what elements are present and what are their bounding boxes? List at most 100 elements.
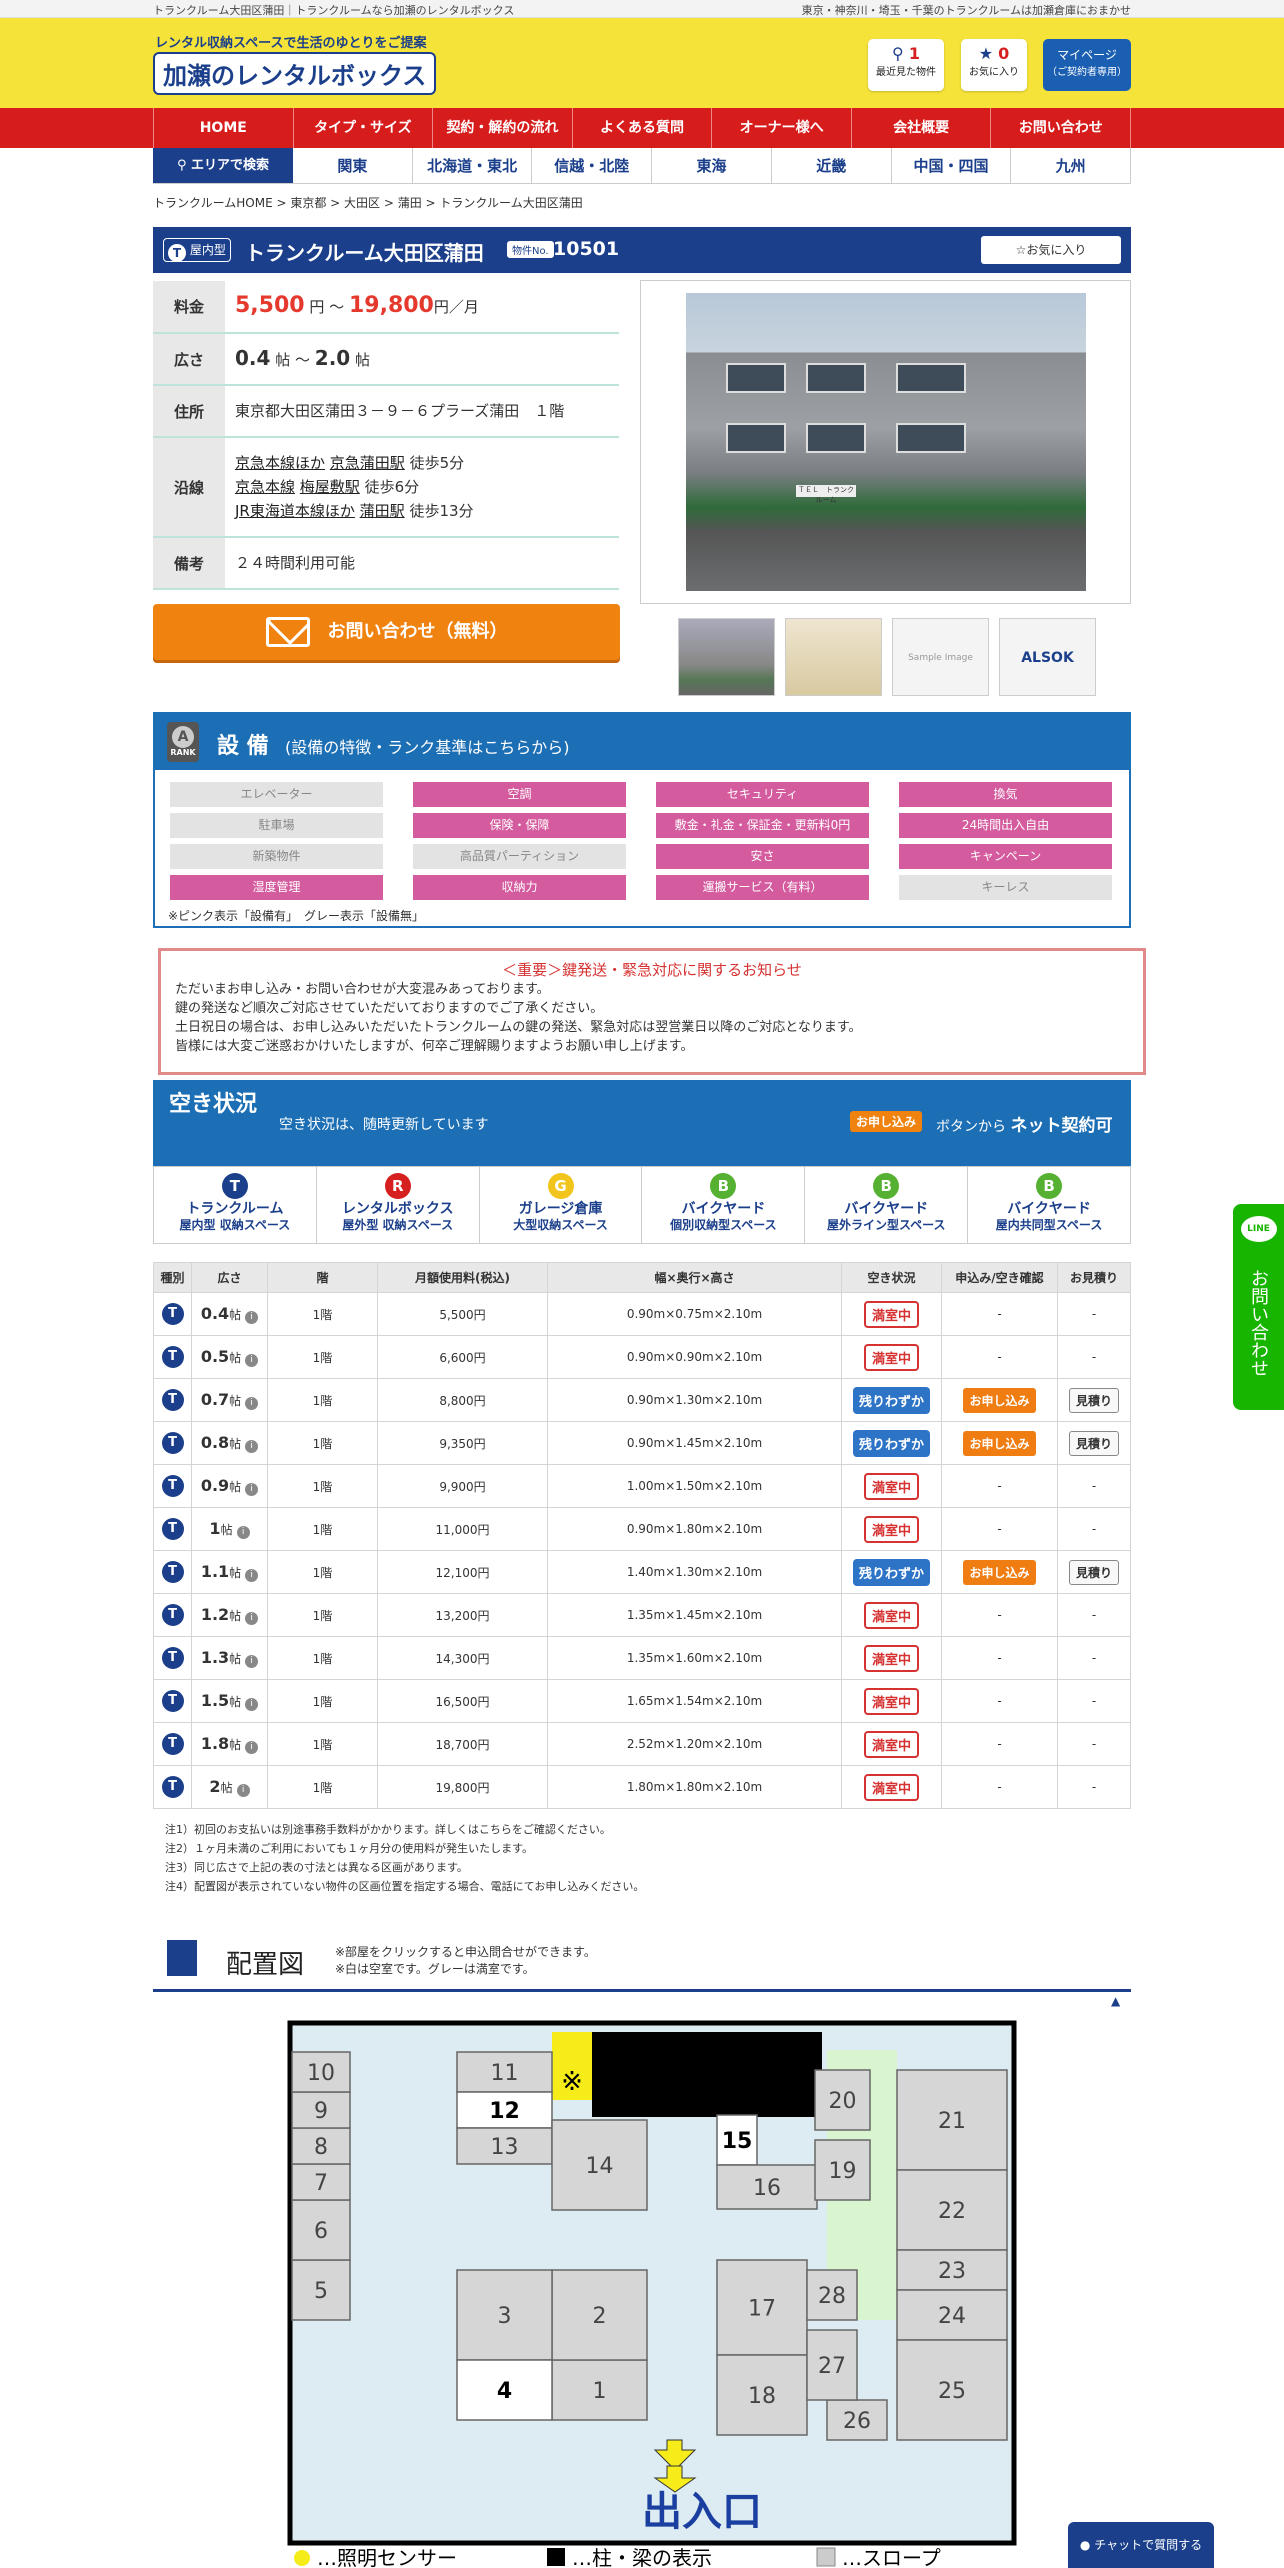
property-photo[interactable]: ＴＥＬ トランクルーム [640, 280, 1131, 604]
nav-contact[interactable]: お問い合わせ [990, 108, 1132, 148]
area-kyushu[interactable]: 九州 [1011, 148, 1132, 183]
breadcrumb[interactable]: トランクルームHOME > 東京都 > 大田区 > 蒲田 > トランクルーム大田… [153, 194, 583, 211]
contact-button[interactable]: お問い合わせ（無料） [153, 604, 620, 660]
room-7[interactable]: 7 [291, 2163, 351, 2201]
room-16[interactable]: 16 [716, 2164, 818, 2210]
room-4[interactable]: 4 [456, 2359, 553, 2421]
info-icon[interactable]: i [245, 1569, 259, 1582]
room-14[interactable]: 14 [551, 2119, 648, 2211]
storage-type-item[interactable]: B バイクヤード 個別収納型スペース [642, 1167, 806, 1243]
room-3[interactable]: 3 [456, 2269, 553, 2361]
room-10[interactable]: 10 [291, 2051, 351, 2093]
room-6[interactable]: 6 [291, 2199, 351, 2261]
room-label: 10 [307, 2061, 335, 2086]
estimate-button[interactable]: 見積り [1068, 1387, 1119, 1413]
col-size: 広さ [191, 1262, 268, 1293]
info-icon[interactable]: i [245, 1397, 259, 1410]
apply-button[interactable]: お申し込み [963, 1559, 1036, 1585]
area-kinki[interactable]: 近畿 [772, 148, 892, 183]
info-icon[interactable]: i [236, 1526, 250, 1539]
info-icon[interactable]: i [245, 1483, 259, 1496]
apply-button[interactable]: お申し込み [963, 1387, 1036, 1413]
mypage-button[interactable]: マイページ （ご契約者専用） [1043, 39, 1131, 91]
nav-home[interactable]: HOME [153, 108, 293, 148]
storage-type-item[interactable]: B バイクヤード 屋外ライン型スペース [805, 1167, 969, 1243]
apply-button[interactable]: お申し込み [963, 1430, 1036, 1456]
site-logo[interactable]: 加瀬のレンタルボックス [153, 52, 437, 95]
unit-dimensions: 1.35m×1.45m×2.10m [547, 1593, 842, 1637]
info-icon[interactable]: i [245, 1741, 259, 1754]
line-link[interactable]: 京急本線ほか [235, 454, 325, 472]
room-18[interactable]: 18 [716, 2354, 808, 2436]
room-5[interactable]: 5 [291, 2259, 351, 2321]
room-19[interactable]: 19 [814, 2139, 871, 2201]
line-link[interactable]: 京急本線 [235, 478, 295, 496]
info-icon[interactable]: i [245, 1440, 259, 1453]
area-shinetsu-hokuriku[interactable]: 信越・北陸 [532, 148, 653, 183]
legend-sensor: …照明センサー [317, 2546, 457, 2568]
page-top-arrow[interactable]: ▲ [1111, 1994, 1120, 2008]
unit-dimensions: 1.80m×1.80m×2.10m [547, 1765, 842, 1809]
add-favorite-button[interactable]: ☆お気に入り [981, 236, 1121, 264]
nav-contract-flow[interactable]: 契約・解約の流れ [432, 108, 572, 148]
thumbnail-sample[interactable]: Sample Image [892, 618, 989, 696]
room-27[interactable]: 27 [806, 2329, 858, 2401]
room-22[interactable]: 22 [896, 2169, 1008, 2251]
station-link[interactable]: 京急蒲田駅 [330, 454, 405, 472]
room-25[interactable]: 25 [896, 2339, 1008, 2441]
favorites-button[interactable]: ★ 0 お気に入り [961, 39, 1027, 91]
station-link[interactable]: 梅屋敷駅 [300, 478, 360, 496]
room-17[interactable]: 17 [716, 2259, 808, 2356]
nav-company[interactable]: 会社概要 [850, 108, 991, 148]
room-20[interactable]: 20 [814, 2069, 871, 2131]
room-2[interactable]: 2 [551, 2269, 648, 2361]
info-icon[interactable]: i [245, 1354, 259, 1367]
info-icon[interactable]: i [236, 1784, 250, 1797]
room-23[interactable]: 23 [896, 2249, 1008, 2291]
line-link[interactable]: JR東海道本線ほか [235, 502, 355, 520]
area-tokai[interactable]: 東海 [652, 148, 772, 183]
room-12[interactable]: 12 [456, 2091, 553, 2129]
line-contact-widget[interactable]: LINE お問い合わせ [1233, 1204, 1284, 1410]
equipment-criteria-link[interactable]: (設備の特徴・ランク基準はこちらから) [285, 734, 570, 758]
room-8[interactable]: 8 [291, 2127, 351, 2165]
area-kanto[interactable]: 関東 [293, 148, 413, 183]
room-21[interactable]: 21 [896, 2069, 1008, 2171]
info-icon[interactable]: i [245, 1698, 259, 1711]
room-label: 23 [938, 2259, 966, 2284]
status-badge: 満室中 [863, 1601, 919, 1629]
nav-type-size[interactable]: タイプ・サイズ [292, 108, 433, 148]
room-1[interactable]: 1 [551, 2359, 648, 2421]
thumbnail-corridor[interactable] [785, 618, 882, 696]
nav-faq[interactable]: よくある質問 [571, 108, 712, 148]
room-15[interactable]: 15 [716, 2114, 758, 2166]
thumbnail-building[interactable] [678, 618, 775, 696]
info-icon[interactable]: i [245, 1655, 259, 1668]
notice-line: 土日祝日の場合は、お申し込みいただいたトランクルームの鍵の発送、緊急対応は翌営業… [175, 1020, 862, 1035]
nav-owner[interactable]: オーナー様へ [711, 108, 851, 148]
storage-type-item[interactable]: B バイクヤード 屋内共同型スペース [968, 1167, 1130, 1243]
area-hokkaido-tohoku[interactable]: 北海道・東北 [413, 148, 533, 183]
room-24[interactable]: 24 [896, 2289, 1008, 2341]
storage-type-item[interactable]: G ガレージ倉庫 大型収納スペース [480, 1167, 643, 1243]
area-chugoku-shikoku[interactable]: 中国・四国 [892, 148, 1012, 183]
info-icon[interactable]: i [245, 1612, 259, 1625]
station-link[interactable]: 蒲田駅 [360, 502, 405, 520]
thumbnail-alsok[interactable]: ALSOK [999, 618, 1096, 696]
recent-viewed-button[interactable]: ⚲ 1 最近見た物件 [868, 39, 944, 91]
estimate-button[interactable]: 見積り [1068, 1559, 1119, 1585]
room-13[interactable]: 13 [456, 2127, 553, 2165]
info-icon[interactable]: i [245, 1311, 259, 1324]
room-label: 5 [314, 2279, 328, 2304]
room-26[interactable]: 26 [826, 2399, 888, 2441]
room-11[interactable]: 11 [456, 2051, 553, 2093]
status-badge: 満室中 [863, 1472, 919, 1500]
room-28[interactable]: 28 [806, 2269, 858, 2321]
estimate-button[interactable]: 見積り [1068, 1430, 1119, 1456]
storage-type-name: バイクヤード [681, 1201, 766, 1217]
storage-type-item[interactable]: R レンタルボックス 屋外型 収納スペース [317, 1167, 480, 1243]
storage-type-item[interactable]: T トランクルーム 屋内型 収納スペース [154, 1167, 317, 1243]
chat-widget-button[interactable]: ● チャットで質問する [1068, 2522, 1214, 2568]
room-9[interactable]: 9 [291, 2091, 351, 2129]
area-search-button[interactable]: ⚲ エリアで検索 [153, 148, 293, 183]
